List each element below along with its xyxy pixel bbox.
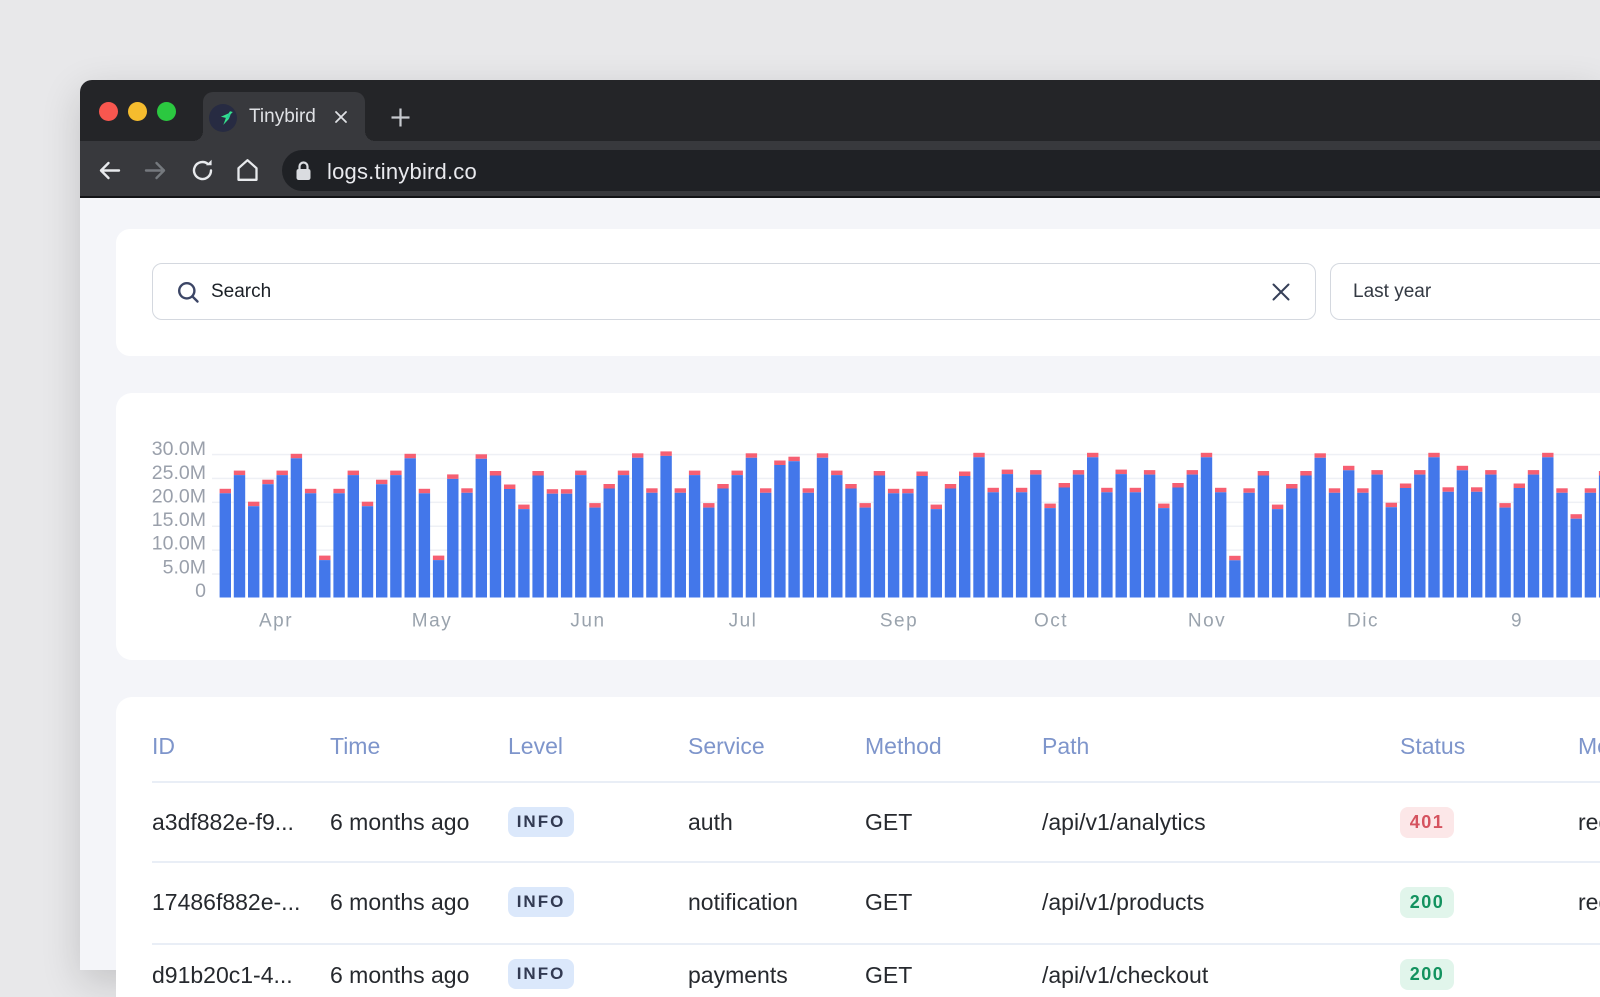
svg-text:Apr: Apr xyxy=(259,611,293,632)
svg-text:25.0M: 25.0M xyxy=(152,462,206,484)
svg-text:10.0M: 10.0M xyxy=(152,533,206,555)
svg-text:Jun: Jun xyxy=(570,611,605,632)
svg-text:5.0M: 5.0M xyxy=(163,556,206,578)
svg-text:Jul: Jul xyxy=(729,611,758,632)
svg-text:Sep: Sep xyxy=(880,611,918,632)
svg-text:30.0M: 30.0M xyxy=(152,438,206,460)
svg-text:0: 0 xyxy=(195,580,206,602)
svg-text:15.0M: 15.0M xyxy=(152,509,206,531)
svg-text:May: May xyxy=(412,611,452,632)
svg-text:Oct: Oct xyxy=(1034,611,1068,632)
svg-text:Nov: Nov xyxy=(1188,611,1226,632)
svg-text:9: 9 xyxy=(1511,611,1523,632)
svg-text:20.0M: 20.0M xyxy=(152,485,206,507)
svg-text:Dic: Dic xyxy=(1347,611,1379,632)
